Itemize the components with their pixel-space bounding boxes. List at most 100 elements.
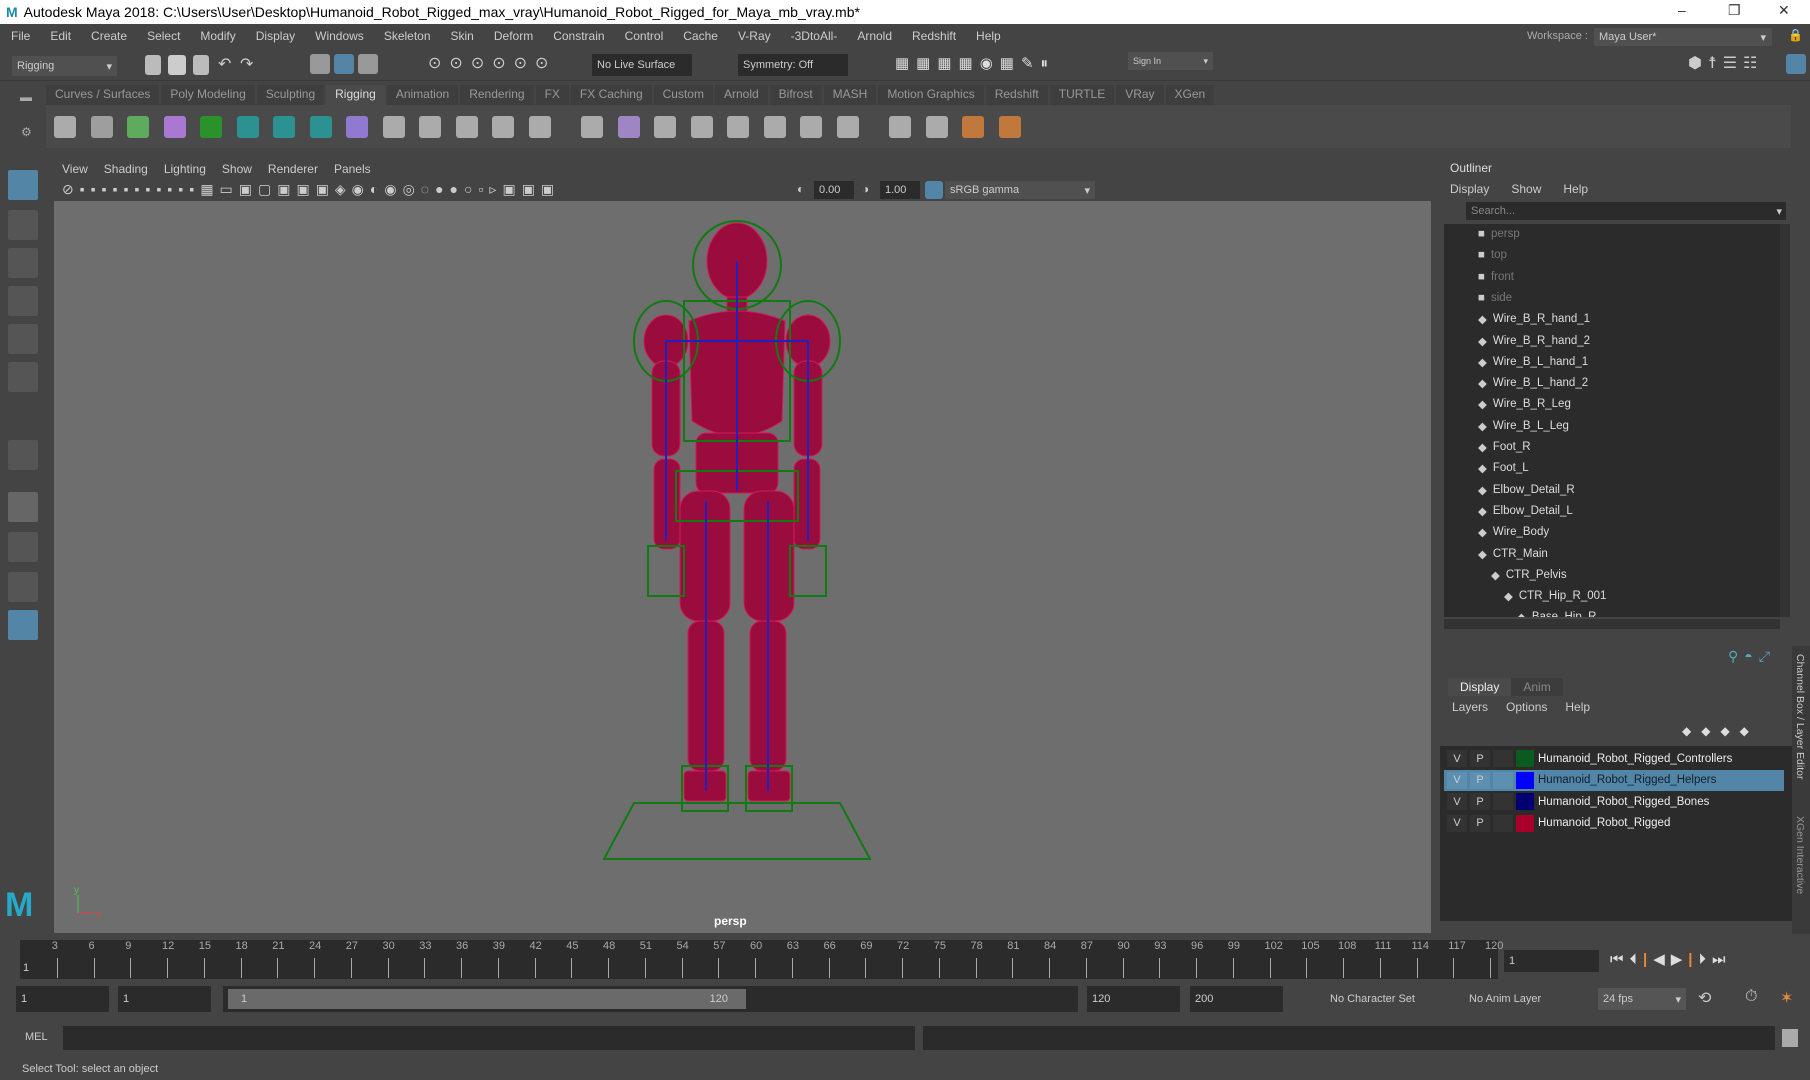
exposure-field[interactable]: 0.00 bbox=[814, 181, 854, 199]
outliner-menu-show[interactable]: Show bbox=[1511, 182, 1541, 200]
shelf-tool-icon[interactable] bbox=[617, 116, 640, 138]
live-surface-field[interactable]: No Live Surface bbox=[592, 54, 692, 76]
channel-box-icons[interactable]: ⚲◓⤢ bbox=[1728, 648, 1776, 665]
shelf-tool-icon[interactable] bbox=[309, 116, 332, 138]
shelf-tab-motion-graphics[interactable]: Motion Graphics bbox=[878, 85, 984, 105]
scene-end-field[interactable]: 200 bbox=[1190, 986, 1283, 1012]
move-tool-icon[interactable] bbox=[8, 286, 38, 316]
shelf-tab-curves-surfaces[interactable]: Curves / Surfaces bbox=[46, 85, 160, 105]
menu-create[interactable]: Create bbox=[91, 29, 127, 43]
two-view-layout-icon[interactable] bbox=[8, 572, 38, 602]
shelf-tab-sculpting[interactable]: Sculpting bbox=[256, 85, 325, 105]
menu-skin[interactable]: Skin bbox=[451, 29, 474, 43]
outliner-item[interactable]: ◆ CTR_Main bbox=[1478, 544, 1548, 564]
outliner-item[interactable]: ■ side bbox=[1478, 288, 1512, 308]
outliner-item[interactable]: ◆ Wire_B_L_hand_1 bbox=[1478, 352, 1588, 372]
select-object-icon[interactable] bbox=[334, 54, 354, 74]
humanoid-robot-model[interactable]: persp yx bbox=[54, 201, 1431, 933]
outliner-item[interactable]: ◆ Wire_B_R_hand_2 bbox=[1478, 331, 1590, 351]
shelf-tool-icon[interactable] bbox=[455, 116, 478, 138]
shelf-tool-icon[interactable] bbox=[962, 116, 984, 138]
shelf-tool-icon[interactable] bbox=[800, 116, 822, 138]
visibility-toggle[interactable]: V bbox=[1447, 771, 1467, 789]
viewport-menu-show[interactable]: Show bbox=[222, 162, 252, 176]
channel-box-tab[interactable]: Channel Box / Layer Editor bbox=[1794, 654, 1806, 780]
open-scene-icon[interactable] bbox=[168, 55, 186, 75]
shelf-tool-icon[interactable] bbox=[54, 116, 76, 138]
layer-color-swatch[interactable] bbox=[1516, 750, 1534, 767]
rotate-tool-icon[interactable] bbox=[8, 324, 38, 354]
menu-3dtoall[interactable]: -3DtoAll- bbox=[791, 29, 838, 43]
shelf-tab-vray[interactable]: VRay bbox=[1116, 85, 1164, 105]
shelf-tab-fx-caching[interactable]: FX Caching bbox=[570, 85, 652, 105]
shelf-tab-rigging[interactable]: Rigging bbox=[326, 85, 385, 105]
render-icons[interactable]: ▦▦▦▦◉▦✎⏸ bbox=[895, 54, 1055, 72]
layer-menu-help[interactable]: Help bbox=[1565, 700, 1590, 714]
workspace-dropdown[interactable]: Maya User* ▾ bbox=[1594, 28, 1772, 46]
layer-color-swatch[interactable] bbox=[1516, 771, 1534, 789]
shelf-tab-xgen[interactable]: XGen bbox=[1165, 85, 1215, 105]
shelf-tool-icon[interactable] bbox=[998, 116, 1021, 138]
reference-toggle[interactable] bbox=[1493, 814, 1513, 832]
close-button[interactable]: ✕ bbox=[1778, 2, 1790, 19]
menu-vray[interactable]: V-Ray bbox=[738, 29, 771, 43]
menu-help[interactable]: Help bbox=[976, 29, 1001, 43]
menu-deform[interactable]: Deform bbox=[494, 29, 533, 43]
menu-skeleton[interactable]: Skeleton bbox=[384, 29, 431, 43]
current-frame-field[interactable]: 1 bbox=[1504, 950, 1599, 972]
outliner-item[interactable]: ◆ Foot_L bbox=[1478, 458, 1529, 478]
fps-dropdown[interactable]: 24 fps ▾ bbox=[1598, 988, 1686, 1010]
symmetry-field[interactable]: Symmetry: Off bbox=[738, 54, 848, 76]
outliner-item[interactable]: ◆ Wire_B_R_Leg bbox=[1478, 394, 1571, 414]
outliner-item[interactable]: ◆ Base_Hip_R bbox=[1517, 607, 1596, 617]
outliner-item[interactable]: ◆ CTR_Pelvis bbox=[1491, 565, 1567, 585]
mel-label[interactable]: MEL bbox=[25, 1031, 48, 1043]
shelf-tool-icon[interactable] bbox=[690, 116, 713, 138]
viewport-tool-icons[interactable]: ⊘▪▪▪▪▪▪▪▪▪▪▪▦▭▣▢▣▣▣◈◉◐◉◎◌●●○▫▹▣▣▣ bbox=[62, 181, 560, 198]
layer-row[interactable]: V P Humanoid_Robot_Rigged_Helpers bbox=[1444, 769, 1784, 791]
loop-icon[interactable]: ⟲ bbox=[1698, 988, 1711, 1008]
outliner-item[interactable]: ◆ Wire_B_L_hand_2 bbox=[1478, 373, 1588, 393]
menu-display[interactable]: Display bbox=[256, 29, 295, 43]
lock-icon[interactable]: 🔒 bbox=[1788, 28, 1803, 42]
playback-toggle[interactable]: P bbox=[1470, 814, 1490, 832]
playback-end-field[interactable]: 120 bbox=[1087, 986, 1180, 1012]
outliner-item[interactable]: ◆ Wire_B_R_hand_1 bbox=[1478, 309, 1590, 329]
playback-start-field[interactable]: 1 bbox=[118, 986, 211, 1012]
single-perspective-layout-icon[interactable] bbox=[8, 492, 38, 522]
reference-toggle[interactable] bbox=[1493, 750, 1513, 767]
layer-menu-options[interactable]: Options bbox=[1506, 700, 1547, 714]
shelf-tab-arnold[interactable]: Arnold bbox=[714, 85, 768, 105]
minimize-button[interactable]: – bbox=[1678, 2, 1686, 18]
scale-tool-icon[interactable] bbox=[8, 362, 38, 392]
playback-toggle[interactable]: P bbox=[1470, 793, 1490, 810]
menu-constrain[interactable]: Constrain bbox=[553, 29, 604, 43]
shelf-tool-icon[interactable] bbox=[382, 116, 405, 138]
playback-controls[interactable]: ⏮⏴|◀▶|⏵⏭ bbox=[1610, 950, 1732, 968]
playback-toggle[interactable]: P bbox=[1470, 750, 1490, 767]
show-manipulator-icon[interactable] bbox=[8, 440, 38, 470]
mel-input[interactable] bbox=[63, 1026, 915, 1050]
four-view-layout-icon[interactable] bbox=[8, 532, 38, 562]
viewport-menu-lighting[interactable]: Lighting bbox=[164, 162, 206, 176]
shelf-tool-icon[interactable] bbox=[581, 116, 603, 138]
shelf-tool-icon[interactable] bbox=[528, 116, 551, 138]
outliner-horizontal-scrollbar[interactable] bbox=[1444, 619, 1780, 629]
shelf-tool-icon[interactable] bbox=[200, 116, 222, 138]
layer-color-swatch[interactable] bbox=[1516, 793, 1534, 810]
menu-modify[interactable]: Modify bbox=[200, 29, 235, 43]
viewport-menu-shading[interactable]: Shading bbox=[104, 162, 148, 176]
menu-redshift[interactable]: Redshift bbox=[912, 29, 956, 43]
outliner-item[interactable]: ■ top bbox=[1478, 245, 1507, 265]
shelf-tool-icon[interactable] bbox=[163, 116, 186, 138]
colorspace-dropdown[interactable]: sRGB gamma ▾ bbox=[945, 181, 1095, 199]
snap-icons[interactable]: ⊙⊙⊙⊙⊙⊙ bbox=[428, 53, 556, 73]
layer-move-icons[interactable]: ◆◆◆◆ bbox=[1682, 724, 1759, 738]
range-slider[interactable]: 1 120 bbox=[228, 989, 746, 1009]
shelf-tool-icon[interactable] bbox=[889, 116, 911, 138]
visibility-toggle[interactable]: V bbox=[1447, 793, 1467, 810]
select-hierarchy-icon[interactable] bbox=[310, 54, 330, 74]
shelf-tool-icon[interactable] bbox=[236, 116, 259, 138]
save-scene-icon[interactable] bbox=[193, 55, 209, 75]
select-component-icon[interactable] bbox=[358, 54, 378, 74]
